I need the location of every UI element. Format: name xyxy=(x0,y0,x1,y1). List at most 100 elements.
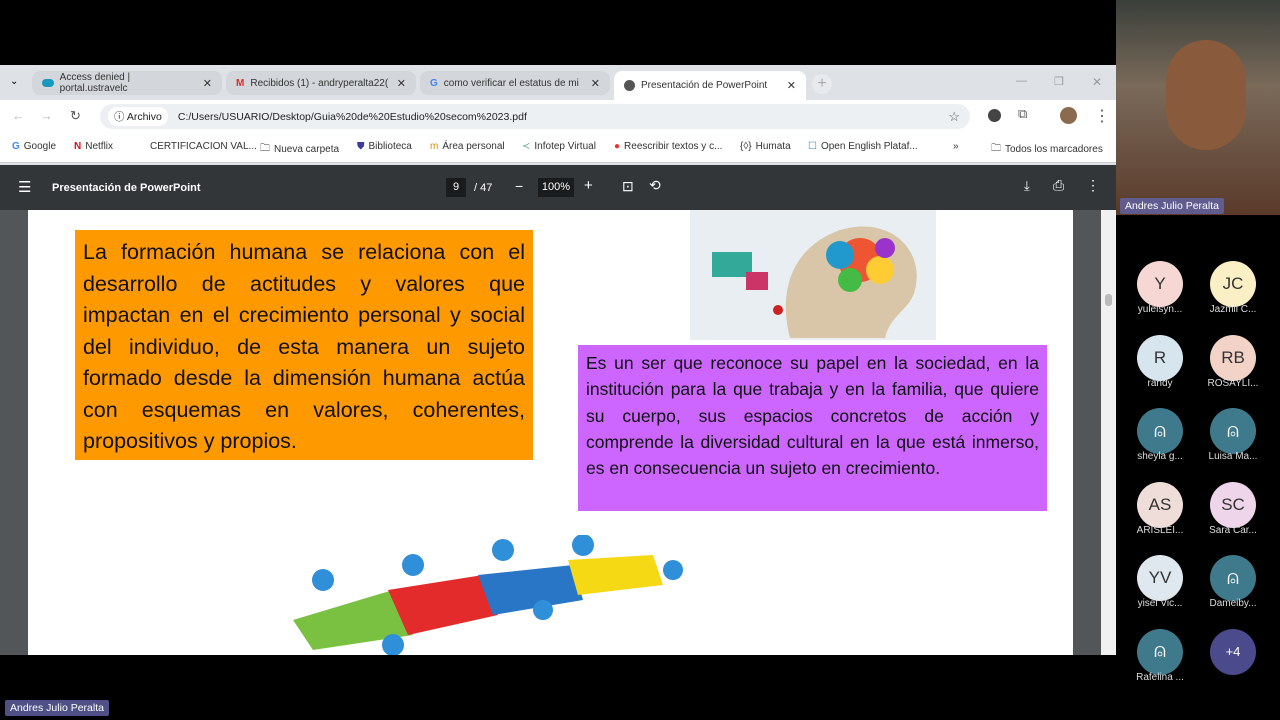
close-tab-icon[interactable]: ✕ xyxy=(397,77,406,90)
participant-avatar[interactable]: ⍝ xyxy=(1137,408,1183,454)
netflix-icon: N xyxy=(74,141,82,152)
bookmark-open-english[interactable]: ☐ Open English Plataf... xyxy=(808,141,918,152)
participant-avatar[interactable]: R xyxy=(1137,334,1183,381)
gmail-icon: M xyxy=(236,77,245,89)
infotep-icon: ≺ xyxy=(522,141,531,152)
person-icon: ⍝ xyxy=(1154,419,1166,442)
tab-powerpoint[interactable]: Presentación de PowerPoint ✕ xyxy=(614,71,806,100)
folder-icon: 🗀 xyxy=(991,143,1001,154)
address-bar-row: ← → ↻ ⓘ Archivo C:/Users/USUARIO/Desktop… xyxy=(0,100,1116,133)
pdf-viewer: La formación humana se relaciona con el … xyxy=(0,210,1116,655)
minimize-button[interactable]: — xyxy=(1016,75,1027,87)
orange-text-box: La formación humana se relaciona con el … xyxy=(75,230,533,460)
folder-icon: 🗀 xyxy=(260,143,270,154)
google-icon: G xyxy=(430,77,438,89)
participant-name: ARISLEI... xyxy=(1136,524,1184,536)
more-actions-icon[interactable]: ⋮ xyxy=(1086,177,1100,194)
vertical-scrollbar[interactable] xyxy=(1101,210,1116,655)
pdf-page: La formación humana se relaciona con el … xyxy=(28,210,1073,655)
purple-text-box: Es un ser que reconoce su papel en la so… xyxy=(578,345,1047,511)
bookmark-nueva-carpeta[interactable]: 🗀 Nueva carpeta xyxy=(260,141,339,158)
participant-avatar[interactable]: ⍝ xyxy=(1137,628,1183,675)
tab-google-search[interactable]: Gcomo verificar el estatus de mi ✕ xyxy=(420,71,610,95)
bookmark-netflix[interactable]: N Netflix xyxy=(74,141,113,152)
scrollbar-thumb[interactable] xyxy=(1105,294,1112,306)
close-tab-icon[interactable]: ✕ xyxy=(203,77,212,90)
bookmarks-overflow-button[interactable]: » xyxy=(953,141,959,152)
omnibox[interactable]: ⓘ Archivo C:/Users/USUARIO/Desktop/Guia%… xyxy=(100,104,970,129)
close-window-button[interactable]: ✕ xyxy=(1092,75,1102,89)
all-bookmarks-button[interactable]: 🗀 Todos los marcadores xyxy=(991,141,1103,158)
bookmark-reescribir[interactable]: ● Reescribir textos y c... xyxy=(614,141,722,152)
bookmark-biblioteca[interactable]: ⛊ Biblioteca xyxy=(357,141,412,152)
participant-name: Rafelina ... xyxy=(1136,671,1184,683)
extensions-puzzle-icon[interactable]: ⧉ xyxy=(1018,106,1027,122)
participant-avatar[interactable]: ⍝ xyxy=(1210,408,1256,454)
more-participants-button[interactable]: +4 xyxy=(1210,628,1256,675)
tab-search-chevron-icon[interactable]: ⌄ xyxy=(10,76,18,87)
browser-menu-icon[interactable]: ⋮ xyxy=(1094,106,1110,126)
participant-name: Dameiby... xyxy=(1209,598,1257,609)
participant-avatar[interactable]: RB xyxy=(1210,334,1256,381)
open-english-icon: ☐ xyxy=(808,141,817,152)
fit-page-icon[interactable]: ⊡ xyxy=(622,178,634,195)
participant-avatar[interactable]: JC xyxy=(1210,261,1256,307)
tab-gmail[interactable]: M Recibidos (1) - andryperalta22(✕ xyxy=(226,71,416,95)
bookmark-humata[interactable]: {◊} Humata xyxy=(740,141,791,152)
participant-name: Luisa Ma... xyxy=(1208,451,1258,462)
presenter-face xyxy=(1166,40,1246,150)
bookmark-certificacion[interactable]: CERTIFICACION VAL... xyxy=(150,141,257,152)
site-info-chip[interactable]: ⓘ Archivo xyxy=(108,107,168,126)
humata-icon: {◊} xyxy=(740,141,752,152)
person-icon: ⍝ xyxy=(1154,640,1166,662)
zoom-in-button[interactable]: + xyxy=(584,177,593,194)
robot-icon: ● xyxy=(614,141,621,152)
shield-icon: ⛊ xyxy=(357,141,365,152)
pdf-toolbar: ☰ Presentación de PowerPoint 9 / 47 − 10… xyxy=(0,165,1116,210)
new-tab-button[interactable]: + xyxy=(812,74,832,94)
participant-name: Jazmil C... xyxy=(1209,304,1257,315)
zoom-out-button[interactable]: − xyxy=(515,178,523,194)
page-total: / 47 xyxy=(474,182,493,194)
participant-name: Sara Car... xyxy=(1209,524,1257,536)
participant-name: randy xyxy=(1147,377,1173,389)
pdf-title: Presentación de PowerPoint xyxy=(52,182,201,194)
bookmark-infotep[interactable]: ≺ Infotep Virtual xyxy=(522,141,596,152)
participant-avatar[interactable]: ⍝ xyxy=(1210,555,1256,601)
extension-icon[interactable] xyxy=(988,109,1001,122)
participant-name: sheyla g... xyxy=(1137,451,1183,462)
self-video-label: Andres Julio Peralta xyxy=(5,700,109,716)
profile-avatar[interactable] xyxy=(1060,107,1077,124)
reload-button[interactable]: ↻ xyxy=(70,108,81,124)
bookmark-area-personal[interactable]: m Área personal xyxy=(430,141,505,152)
participant-name: yuleisyn... xyxy=(1137,304,1183,315)
download-icon[interactable]: ⤓ xyxy=(1024,178,1030,194)
page-number-input[interactable]: 9 xyxy=(446,178,466,197)
person-icon: ⍝ xyxy=(1227,419,1239,442)
participant-name: yisel Vic... xyxy=(1137,598,1183,609)
bookmarks-bar: G Google N Netflix CERTIFICACION VAL... 🗀 N… xyxy=(0,133,1116,163)
participant-avatar[interactable]: SC xyxy=(1210,481,1256,528)
print-icon[interactable]: ⎙ xyxy=(1053,177,1064,194)
salesforce-icon xyxy=(42,79,54,87)
back-button[interactable]: ← xyxy=(12,108,25,123)
bookmark-google[interactable]: G Google xyxy=(12,141,56,152)
menu-hamburger-icon[interactable]: ☰ xyxy=(18,178,31,196)
participant-avatar[interactable]: Y xyxy=(1137,261,1183,307)
bookmark-star-icon[interactable]: ☆ xyxy=(948,109,960,125)
browser-window: ⌄ Access denied | portal.ustravelc ✕ M Rec… xyxy=(0,65,1116,655)
forward-button[interactable]: → xyxy=(40,108,53,123)
url-text: C:/Users/USUARIO/Desktop/Guia%20de%20Est… xyxy=(177,110,527,123)
rotate-icon[interactable]: ⟲ xyxy=(649,177,661,194)
participant-avatar[interactable]: YV xyxy=(1137,555,1183,601)
maximize-button[interactable]: ❐ xyxy=(1054,75,1064,88)
close-tab-icon[interactable]: ✕ xyxy=(591,77,600,90)
tab-access-denied[interactable]: Access denied | portal.ustravelc ✕ xyxy=(32,71,222,95)
zoom-input[interactable]: 100% xyxy=(538,178,574,197)
close-tab-icon[interactable]: ✕ xyxy=(787,79,796,92)
moodle-icon: m xyxy=(430,141,439,152)
presenter-name-badge: Andres Julio Peralta xyxy=(1120,198,1224,214)
tab-strip: ⌄ Access denied | portal.ustravelc ✕ M Rec… xyxy=(0,65,1116,100)
presenter-video: Andres Julio Peralta xyxy=(1116,0,1280,215)
participant-avatar[interactable]: AS xyxy=(1137,481,1183,528)
